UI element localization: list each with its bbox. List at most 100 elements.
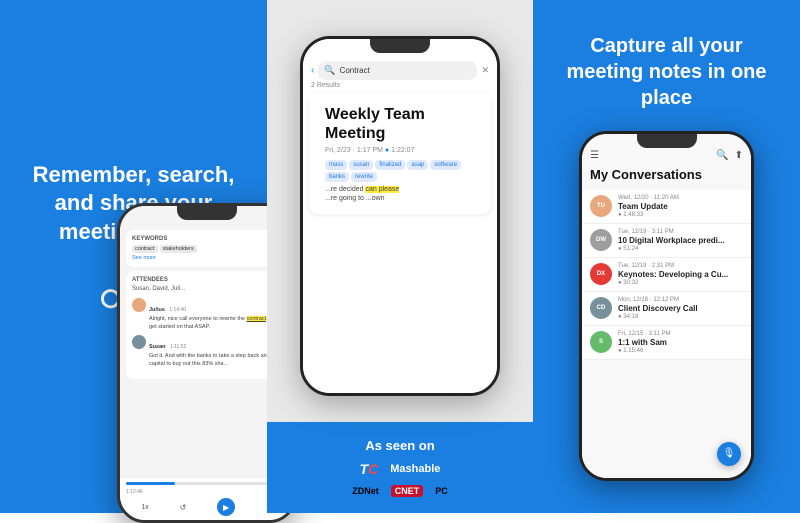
conv-date: Fri, 12/15 · 3:11 PM: [618, 331, 743, 337]
conversation-item[interactable]: DW Tue, 12/19 · 3:11 PM 10 Digital Workp…: [582, 224, 751, 258]
meeting-meta: Fri, 2/23 · 1:17 PM ● 1:22:07: [325, 147, 475, 154]
panel-middle: ‹ 🔍 Contract ✕ 2 Results Weekly Team Mee…: [267, 0, 533, 513]
chat-susan: Susan 1:11:52 Got it. And with the banks…: [132, 335, 282, 368]
chat-julius: Julius 1:14:40 Alright, nice call everyo…: [132, 298, 282, 331]
attendees-names: Susan, David, Juli...: [132, 286, 282, 292]
right-tagline: Capture all your meeting notes in one pl…: [553, 33, 780, 111]
phone-mock-right: ☰ 🔍 ⬆ My Conversations TU Wed, 12/20 · 1…: [579, 131, 754, 481]
julius-name: Julius: [149, 307, 165, 313]
bubble-susan-content: Susan 1:11:52 Got it. And with the banks…: [149, 335, 282, 368]
right-phone-screen: ☰ 🔍 ⬆ My Conversations TU Wed, 12/20 · 1…: [582, 134, 751, 478]
attendees-section: ATTENDEES Susan, David, Juli... Julius 1…: [126, 271, 288, 379]
middle-phone-notch: [370, 39, 430, 53]
results-count: 2 Results: [311, 82, 489, 89]
back-arrow-icon[interactable]: ‹: [311, 65, 314, 76]
press-logos-2: ZDNet CNET PC: [352, 485, 448, 497]
progress-bar[interactable]: [126, 482, 288, 485]
conv-date: Tue, 12/19 · 2:31 PM: [618, 263, 743, 269]
microphone-fab[interactable]: 🎙: [717, 442, 741, 466]
play-button[interactable]: ▶: [217, 498, 235, 516]
conv-info: Wed, 12/20 · 11:20 AM Team Update ● 1:48…: [618, 195, 743, 218]
conv-info: Mon, 12/18 · 12:12 PM Client Discovery C…: [618, 297, 743, 320]
phone-notch: [177, 206, 237, 220]
conv-duration: ● 51:24: [618, 246, 743, 252]
bubble-julius-content: Julius 1:14:40 Alright, nice call everyo…: [149, 298, 282, 331]
time-current: 1:12:46: [126, 489, 143, 495]
search-query: Contract: [340, 66, 370, 75]
highlight-contract: contract: [247, 316, 267, 322]
conv-info: Tue, 12/19 · 3:11 PM 10 Digital Workplac…: [618, 229, 743, 252]
conv-info: Tue, 12/19 · 2:31 PM Keynotes: Developin…: [618, 263, 743, 286]
susan-name: Susan: [149, 344, 166, 350]
middle-phone-wrap: ‹ 🔍 Contract ✕ 2 Results Weekly Team Mee…: [267, 0, 533, 422]
rewind-icon[interactable]: ↺: [180, 503, 187, 512]
playback-controls: 1x ↺ ▶ ↻: [126, 498, 288, 516]
conv-name: Team Update: [618, 202, 743, 211]
conv-avatar: S: [590, 331, 612, 353]
conv-name: Client Discovery Call: [618, 304, 743, 313]
speed-icon[interactable]: 1x: [141, 504, 148, 511]
keywords-section: KEYWORDS contract stakeholders See more: [126, 230, 288, 267]
search-icon: 🔍: [324, 65, 335, 76]
panel-left: Remember, search, and share your meeting…: [0, 0, 267, 513]
mashable-logo: Mashable: [390, 463, 440, 475]
chip-asap: asap: [407, 160, 428, 170]
conv-name: 10 Digital Workplace predi...: [618, 236, 743, 245]
progress-fill: [126, 482, 175, 485]
share-icon[interactable]: ⬆: [735, 150, 743, 161]
keyword-chips: mass susan finalized asap software banks…: [325, 160, 475, 182]
chip-software: software: [430, 160, 461, 170]
hamburger-icon[interactable]: ☰: [590, 150, 599, 161]
julius-text: Alright, nice call everyone to rewrite t…: [149, 316, 282, 331]
conversation-item[interactable]: TU Wed, 12/20 · 11:20 AM Team Update ● 1…: [582, 190, 751, 224]
press-section: As seen on TC Mashable ZDNet CNET PC: [267, 422, 533, 513]
chip-banks: banks: [325, 172, 349, 182]
conv-date: Mon, 12/18 · 12:12 PM: [618, 297, 743, 303]
avatar-julius: [132, 298, 146, 312]
avatar-susan: [132, 335, 146, 349]
as-seen-on-label: As seen on: [365, 438, 434, 453]
julius-time: 1:14:40: [169, 307, 186, 313]
kw-contract: contract: [132, 245, 158, 253]
conv-avatar: TU: [590, 195, 612, 217]
keywords-label: KEYWORDS: [132, 236, 282, 242]
chip-finalized: finalized: [375, 160, 405, 170]
conv-name: Keynotes: Developing a Cu...: [618, 270, 743, 279]
conversation-list: TU Wed, 12/20 · 11:20 AM Team Update ● 1…: [582, 190, 751, 360]
conv-date: Wed, 12/20 · 11:20 AM: [618, 195, 743, 201]
meeting-title: Weekly Team Meeting: [325, 105, 475, 143]
susan-time: 1:11:52: [170, 344, 186, 350]
conv-avatar: DW: [590, 229, 612, 251]
pc-logo: PC: [435, 486, 448, 496]
conv-duration: ● 1:15:46: [618, 348, 743, 354]
conversation-item[interactable]: DX Tue, 12/19 · 2:31 PM Keynotes: Develo…: [582, 258, 751, 292]
susan-text: Got it. And with the banks to take a ste…: [149, 353, 282, 368]
conv-name: 1:1 with Sam: [618, 338, 743, 347]
search-bar[interactable]: 🔍 Contract: [318, 61, 477, 80]
chip-susan: susan: [349, 160, 373, 170]
phone-mock-middle: ‹ 🔍 Contract ✕ 2 Results Weekly Team Mee…: [300, 36, 500, 396]
kw-stakeholders: stakeholders: [160, 245, 197, 253]
trans-line-2: ...re going to ...own: [325, 195, 475, 202]
search-icon-right[interactable]: 🔍: [716, 150, 728, 161]
right-top-bar: ☰ 🔍 ⬆: [582, 150, 751, 167]
press-logos: TC Mashable: [360, 461, 441, 477]
tc-logo: TC: [360, 461, 379, 477]
clear-icon[interactable]: ✕: [481, 65, 489, 76]
right-phone-notch: [637, 134, 697, 148]
chip-rewrite: rewrite: [351, 172, 377, 182]
conversation-item[interactable]: CD Mon, 12/18 · 12:12 PM Client Discover…: [582, 292, 751, 326]
conv-duration: ● 34:18: [618, 314, 743, 320]
conv-date: Tue, 12/19 · 3:11 PM: [618, 229, 743, 235]
highlight-decided: can please: [365, 186, 399, 193]
conv-duration: ● 30:32: [618, 280, 743, 286]
meeting-card: Weekly Team Meeting Fri, 2/23 · 1:17 PM …: [309, 93, 491, 214]
trans-line-1: ...re decided can please: [325, 186, 475, 193]
conv-avatar: DX: [590, 263, 612, 285]
see-more-link[interactable]: See more: [132, 255, 282, 261]
transcript-lines: ...re decided can please ...re going to …: [325, 186, 475, 202]
top-icons: 🔍 ⬆: [716, 150, 743, 161]
zdnet-logo: ZDNet: [352, 486, 379, 496]
cnet-logo: CNET: [391, 485, 424, 497]
conversation-item[interactable]: S Fri, 12/15 · 3:11 PM 1:1 with Sam ● 1:…: [582, 326, 751, 360]
